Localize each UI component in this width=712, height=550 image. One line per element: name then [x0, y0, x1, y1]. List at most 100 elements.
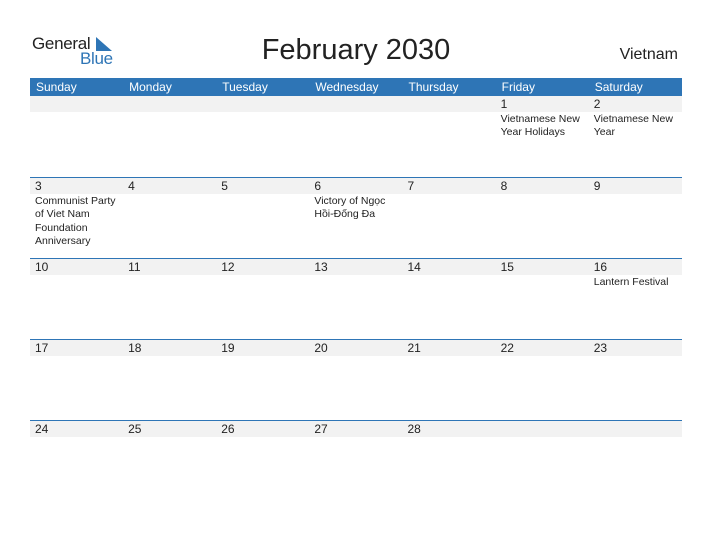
day-number: 17 — [35, 341, 49, 355]
weekday-header: Sunday Monday Tuesday Wednesday Thursday… — [30, 78, 682, 96]
day-cell: 15 — [496, 259, 589, 289]
holiday-event — [35, 112, 123, 113]
day-cell: 9 — [589, 178, 682, 248]
holiday-event — [408, 194, 496, 195]
day-cell: 28 — [403, 421, 496, 438]
week-cells: 3 Communist Party of Viet Nam Foundation … — [30, 178, 682, 248]
day-cell: 24 — [30, 421, 123, 438]
day-number: 6 — [314, 179, 322, 193]
holiday-event — [594, 437, 682, 438]
week-row: 1 Vietnamese New Year Holidays 2 Vietnamese… — [30, 96, 682, 177]
day-number: 4 — [128, 179, 135, 193]
day-number: 18 — [128, 341, 142, 355]
holiday-event — [408, 275, 496, 276]
day-cell: 12 — [216, 259, 309, 289]
holiday-event: Vietnamese New Year — [593, 113, 673, 139]
holiday-event — [128, 437, 216, 438]
day-cell — [216, 96, 309, 140]
day-cell: 11 — [123, 259, 216, 289]
day-number: 16 — [593, 260, 608, 274]
day-number: 25 — [128, 422, 142, 436]
weekday-sunday: Sunday — [36, 80, 77, 94]
day-number: 26 — [221, 422, 235, 436]
day-cell: 19 — [216, 340, 309, 357]
weekday-saturday: Saturday — [594, 80, 643, 94]
day-number: 22 — [500, 341, 514, 355]
holiday-event — [314, 275, 402, 276]
country-label: Vietnam — [619, 46, 678, 63]
holiday-event — [314, 356, 402, 357]
day-cell: 2 Vietnamese New Year — [589, 96, 682, 140]
week-row: 10 11 12 13 14 15 16 Lantern Festival — [30, 258, 682, 340]
week-cells: 10 11 12 13 14 15 16 Lantern Festival — [30, 259, 682, 289]
day-number: 8 — [500, 179, 508, 193]
holiday-event — [501, 437, 589, 438]
holiday-event — [221, 356, 309, 357]
day-cell: 7 — [403, 178, 496, 248]
holiday-event — [221, 437, 309, 438]
week-cells: 24 25 26 27 28 — [30, 421, 682, 438]
day-cell: 27 — [309, 421, 402, 438]
week-row: 24 25 26 27 28 — [30, 420, 682, 502]
day-number: 14 — [407, 260, 421, 274]
day-number: 13 — [314, 260, 328, 274]
holiday-event: Lantern Festival — [593, 276, 669, 288]
holiday-event — [501, 356, 589, 357]
day-cell: 21 — [403, 340, 496, 357]
day-number: 27 — [314, 422, 328, 436]
day-number: 5 — [221, 179, 228, 193]
day-number: 10 — [35, 260, 49, 274]
day-cell: 10 — [30, 259, 123, 289]
week-row: 17 18 19 20 21 22 23 — [30, 339, 682, 421]
holiday-event — [35, 356, 123, 357]
day-cell: 14 — [403, 259, 496, 289]
day-cell — [309, 96, 402, 140]
holiday-event — [408, 112, 496, 113]
day-number — [128, 96, 216, 112]
day-number: 15 — [500, 260, 514, 274]
day-cell — [496, 421, 589, 438]
day-number: 28 — [407, 422, 421, 436]
day-cell — [30, 96, 123, 140]
day-number: 24 — [35, 422, 49, 436]
holiday-event — [408, 356, 496, 357]
holiday-event: Communist Party of Viet Nam Foundation A… — [35, 195, 116, 247]
day-cell: 18 — [123, 340, 216, 357]
weekday-wednesday: Wednesday — [315, 80, 379, 94]
holiday-event — [221, 275, 309, 276]
day-cell — [589, 421, 682, 438]
page-title: February 2030 — [261, 34, 451, 66]
day-cell: 20 — [309, 340, 402, 357]
weekday-tuesday: Tuesday — [222, 80, 268, 94]
weekday-thursday: Thursday — [408, 80, 459, 94]
day-number: 23 — [593, 341, 608, 355]
day-number: 1 — [500, 97, 508, 111]
day-number: 19 — [221, 341, 235, 355]
holiday-event — [221, 112, 309, 113]
day-cell: 16 Lantern Festival — [589, 259, 682, 289]
holiday-event: Victory of Ngọc Hồi-Đống Đa — [314, 195, 386, 221]
day-cell: 4 — [123, 178, 216, 248]
week-cells: 1 Vietnamese New Year Holidays 2 Vietnamese… — [30, 96, 682, 140]
day-cell: 26 — [216, 421, 309, 438]
day-cell: 25 — [123, 421, 216, 438]
day-cell: 22 — [496, 340, 589, 357]
holiday-event: Vietnamese New Year Holidays — [500, 113, 580, 139]
holiday-event — [594, 356, 682, 357]
day-number — [594, 421, 682, 437]
day-cell: 23 — [589, 340, 682, 357]
day-cell: 1 Vietnamese New Year Holidays — [496, 96, 589, 140]
day-number: 20 — [314, 341, 328, 355]
day-number — [501, 421, 589, 437]
holiday-event — [501, 275, 589, 276]
day-cell: 3 Communist Party of Viet Nam Foundation … — [30, 178, 123, 248]
day-number — [221, 96, 309, 112]
day-number — [314, 96, 402, 112]
week-row: 3 Communist Party of Viet Nam Foundation … — [30, 177, 682, 259]
holiday-event — [128, 112, 216, 113]
day-cell: 6 Victory of Ngọc Hồi-Đống Đa — [309, 178, 402, 248]
holiday-event — [314, 437, 402, 438]
day-number: 9 — [593, 179, 601, 193]
day-number — [408, 96, 496, 112]
holiday-event — [35, 275, 123, 276]
